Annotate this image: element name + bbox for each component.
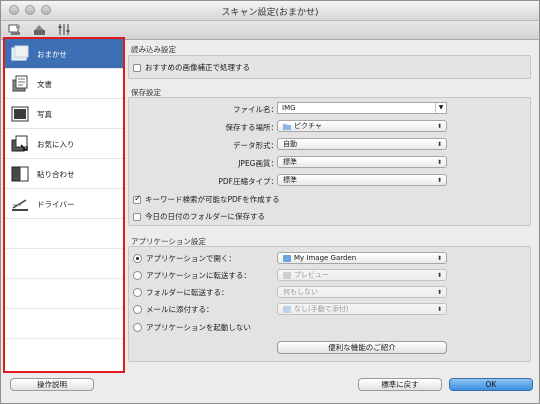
scan-type-sidebar: おまかせ 文書 写真 お気に入り 貼り合わせ ドライバー bbox=[3, 37, 125, 373]
sidebar-item-label: ドライバー bbox=[37, 200, 75, 209]
open-with-app-value: My Image Garden bbox=[294, 254, 357, 262]
auto-correct-checkbox[interactable]: おすすめの画像補正で処理する bbox=[133, 62, 250, 73]
updown-arrow-icon: ⬍ bbox=[436, 306, 442, 313]
sidebar-item-photo[interactable]: 写真 bbox=[5, 99, 123, 129]
sidebar-empty-row bbox=[5, 279, 123, 309]
mail-icon bbox=[283, 305, 291, 313]
driver-icon bbox=[10, 194, 30, 214]
read-settings-panel: おすすめの画像補正で処理する bbox=[128, 55, 531, 79]
folder-icon bbox=[283, 123, 291, 130]
do-not-start-app-label: アプリケーションを起動しない bbox=[146, 323, 251, 332]
sidebar-empty-row bbox=[5, 249, 123, 279]
sidebar-item-stitch[interactable]: 貼り合わせ bbox=[5, 159, 123, 189]
send-to-folder-radio[interactable]: フォルダーに転送する： bbox=[133, 287, 229, 298]
sidebar-item-label: おまかせ bbox=[37, 50, 67, 59]
pdf-compression-label: PDF圧縮タイプ： bbox=[218, 177, 278, 186]
attach-to-email-value: なし(手動で添付) bbox=[294, 305, 349, 313]
sidebar-item-label: お気に入り bbox=[37, 140, 75, 149]
attach-to-email-label: メールに添付する： bbox=[146, 305, 214, 314]
updown-arrow-icon: ⬍ bbox=[436, 159, 442, 166]
sidebar-item-label: 写真 bbox=[37, 110, 52, 119]
do-not-start-app-radio[interactable]: アプリケーションを起動しない bbox=[133, 322, 251, 333]
date-folder-label: 今日の日付のフォルダーに保存する bbox=[145, 212, 265, 221]
open-with-app-select[interactable]: My Image Garden ⬍ bbox=[277, 252, 447, 264]
auto-scan-icon bbox=[10, 44, 30, 64]
radio-dot[interactable] bbox=[133, 323, 142, 332]
updown-arrow-icon: ⬍ bbox=[436, 141, 442, 148]
app-settings-panel: アプリケーションで開く： My Image Garden ⬍ アプリケーションに… bbox=[128, 246, 531, 362]
pdf-compression-value: 標準 bbox=[283, 176, 297, 184]
filename-field[interactable]: IMG ▼ bbox=[277, 102, 447, 114]
jpeg-quality-select[interactable]: 標準 ⬍ bbox=[277, 156, 447, 168]
sidebar-item-label: 文書 bbox=[37, 80, 52, 89]
sidebar-item-label: 貼り合わせ bbox=[37, 170, 75, 179]
radio-dot[interactable] bbox=[133, 254, 142, 263]
checkbox-box[interactable] bbox=[133, 212, 141, 221]
send-to-folder-label: フォルダーに転送する： bbox=[146, 288, 229, 297]
preview-icon bbox=[283, 271, 291, 279]
sidebar-item-auto[interactable]: おまかせ bbox=[5, 39, 123, 69]
data-format-select[interactable]: 自動 ⬍ bbox=[277, 138, 447, 150]
attach-to-email-select: なし(手動で添付) ⬍ bbox=[277, 303, 447, 315]
checkbox-box[interactable] bbox=[133, 63, 141, 72]
sidebar-item-driver[interactable]: ドライバー bbox=[5, 189, 123, 219]
sidebar-item-document[interactable]: 文書 bbox=[5, 69, 123, 99]
radio-dot[interactable] bbox=[133, 288, 142, 297]
favorite-icon bbox=[10, 134, 30, 154]
jpeg-quality-value: 標準 bbox=[283, 158, 297, 166]
title-bar: スキャン設定(おまかせ) bbox=[1, 1, 539, 21]
send-to-app-value: プレビュー bbox=[294, 271, 329, 279]
updown-arrow-icon: ⬍ bbox=[436, 272, 442, 279]
stitch-icon bbox=[10, 164, 30, 184]
send-to-folder-select: 何もしない ⬍ bbox=[277, 286, 447, 298]
photo-icon bbox=[10, 104, 30, 124]
keyword-pdf-label: キーワード検索が可能なPDFを作成する bbox=[145, 195, 280, 204]
send-to-folder-value: 何もしない bbox=[283, 288, 318, 296]
checkbox-box[interactable] bbox=[133, 194, 142, 204]
save-settings-panel: ファイル名： IMG ▼ 保存する場所： ピクチャ ⬍ データ形式： 自動 ⬍ … bbox=[128, 97, 531, 226]
save-location-label: 保存する場所： bbox=[225, 123, 279, 132]
save-location-value: ピクチャ bbox=[294, 122, 322, 130]
ok-button[interactable]: OK bbox=[449, 378, 533, 391]
send-to-app-select: プレビュー ⬍ bbox=[277, 269, 447, 281]
auto-correct-label: おすすめの画像補正で処理する bbox=[145, 63, 250, 72]
open-with-app-label: アプリケーションで開く： bbox=[146, 254, 236, 263]
scan-from-computer-icon[interactable] bbox=[7, 22, 22, 37]
jpeg-quality-label: JPEG画質： bbox=[238, 159, 278, 168]
general-settings-icon[interactable] bbox=[57, 22, 72, 37]
scan-from-operation-panel-icon[interactable] bbox=[32, 22, 47, 37]
help-button[interactable]: 操作説明 bbox=[10, 378, 94, 391]
updown-arrow-icon: ⬍ bbox=[436, 255, 442, 262]
document-icon bbox=[10, 74, 30, 94]
data-format-value: 自動 bbox=[283, 140, 297, 148]
send-to-app-radio[interactable]: アプリケーションに転送する： bbox=[133, 270, 251, 281]
send-to-app-label: アプリケーションに転送する： bbox=[146, 271, 251, 280]
open-with-app-radio[interactable]: アプリケーションで開く： bbox=[133, 253, 236, 264]
attach-to-email-radio[interactable]: メールに添付する： bbox=[133, 304, 214, 315]
filename-value: IMG bbox=[282, 104, 296, 112]
scan-settings-window: スキャン設定(おまかせ) おまかせ 文書 写真 お気に入り 貼り合わせ ドライバ… bbox=[0, 0, 540, 404]
sidebar-item-favorite[interactable]: お気に入り bbox=[5, 129, 123, 159]
sidebar-empty-row bbox=[5, 219, 123, 249]
useful-functions-button[interactable]: 便利な機能のご紹介 bbox=[277, 341, 447, 354]
pdf-compression-select[interactable]: 標準 ⬍ bbox=[277, 174, 447, 186]
app-icon bbox=[283, 254, 291, 262]
updown-arrow-icon: ⬍ bbox=[436, 289, 442, 296]
radio-dot[interactable] bbox=[133, 271, 142, 280]
read-settings-title: 読み込み設定 bbox=[131, 45, 176, 54]
updown-arrow-icon: ⬍ bbox=[436, 177, 442, 184]
window-title: スキャン設定(おまかせ) bbox=[221, 8, 319, 18]
chevron-down-icon[interactable]: ▼ bbox=[435, 103, 446, 113]
restore-defaults-button[interactable]: 標準に戻す bbox=[358, 378, 442, 391]
updown-arrow-icon: ⬍ bbox=[436, 123, 442, 130]
sidebar-empty-row bbox=[5, 309, 123, 339]
filename-label: ファイル名： bbox=[233, 105, 278, 114]
data-format-label: データ形式： bbox=[233, 141, 278, 150]
date-folder-checkbox[interactable]: 今日の日付のフォルダーに保存する bbox=[133, 211, 265, 222]
save-location-select[interactable]: ピクチャ ⬍ bbox=[277, 120, 447, 132]
radio-dot[interactable] bbox=[133, 305, 142, 314]
keyword-pdf-checkbox[interactable]: キーワード検索が可能なPDFを作成する bbox=[133, 194, 280, 205]
